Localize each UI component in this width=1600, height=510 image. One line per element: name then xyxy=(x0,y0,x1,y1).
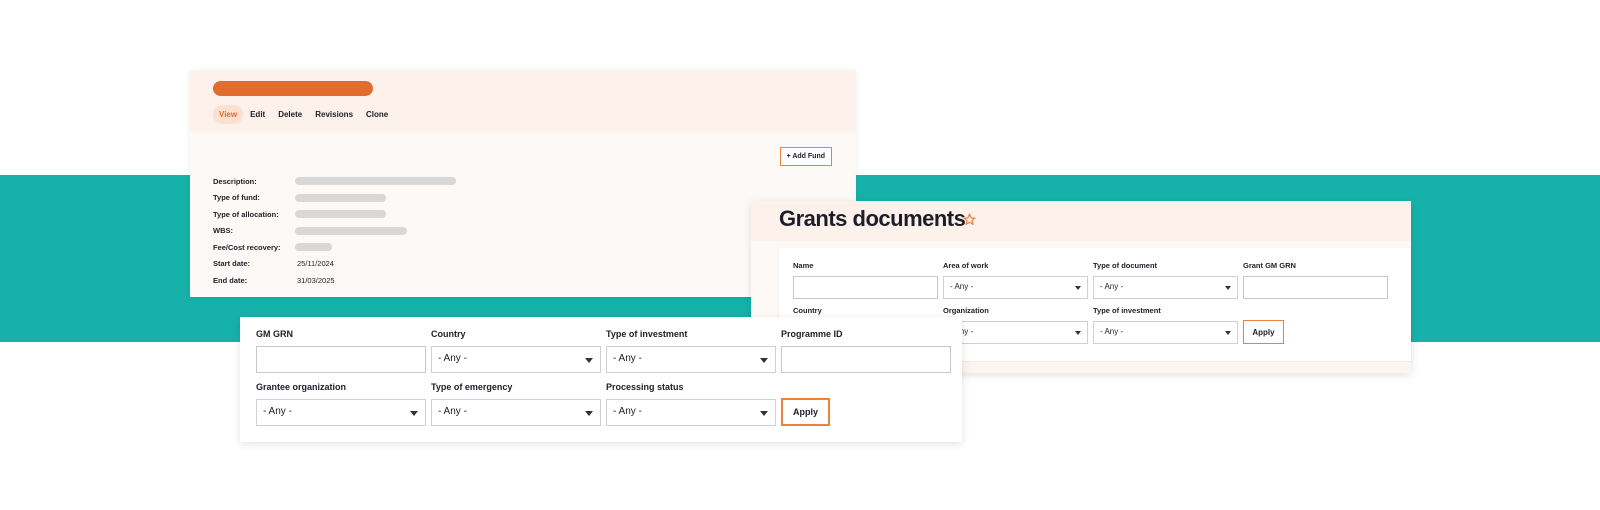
chevron-down-icon xyxy=(1075,286,1081,290)
selected-value: - Any - xyxy=(438,406,467,417)
chevron-down-icon xyxy=(585,411,593,416)
tab-delete[interactable]: Delete xyxy=(272,105,308,124)
type-of-document-select[interactable]: - Any - xyxy=(1093,276,1238,299)
add-fund-button[interactable]: + Add Fund xyxy=(779,147,832,166)
chevron-down-icon xyxy=(1225,286,1231,290)
end-date-value: 31/03/2025 xyxy=(297,275,335,285)
chevron-down-icon xyxy=(585,358,593,363)
field-description: Description: xyxy=(213,173,456,190)
type-of-emergency-label: Type of emergency xyxy=(431,382,513,392)
area-of-work-label: Area of work xyxy=(943,261,989,270)
name-label: Name xyxy=(793,261,814,270)
field-type-of-fund: Type of fund: xyxy=(213,190,456,207)
gm-grn-label: GM GRN xyxy=(256,329,293,339)
programme-id-label: Programme ID xyxy=(781,329,843,339)
start-date-value: 25/11/2024 xyxy=(297,259,334,269)
grant-gm-grn-input[interactable] xyxy=(1243,276,1388,299)
local-tasks-tabs: View Edit Delete Revisions Clone xyxy=(213,105,395,124)
apply-button[interactable]: Apply xyxy=(781,398,830,426)
grant-gm-grn-label: Grant GM GRN xyxy=(1243,261,1296,270)
page-title: Grants documents xyxy=(779,206,966,231)
type-of-investment-select[interactable]: - Any - xyxy=(606,346,776,373)
value-placeholder xyxy=(295,226,407,235)
country-select[interactable]: - Any - xyxy=(431,346,601,373)
country-label: Country xyxy=(793,306,822,315)
grantee-organization-select[interactable]: - Any - xyxy=(256,399,426,426)
name-input[interactable] xyxy=(793,276,938,299)
chevron-down-icon xyxy=(760,358,768,363)
field-label: Type of allocation: xyxy=(213,209,279,219)
chevron-down-icon xyxy=(760,411,768,416)
value-placeholder xyxy=(295,243,332,252)
type-of-emergency-select[interactable]: - Any - xyxy=(431,399,601,426)
apply-button[interactable]: Apply xyxy=(1243,320,1284,344)
value-placeholder xyxy=(295,177,456,186)
programme-id-input[interactable] xyxy=(781,346,951,373)
field-label: WBS: xyxy=(213,226,233,236)
page-title-placeholder xyxy=(213,81,373,96)
field-end-date: End date: 31/03/2025 xyxy=(213,272,456,289)
fund-header: View Edit Delete Revisions Clone xyxy=(190,70,856,132)
star-outline-icon[interactable] xyxy=(963,213,976,226)
selected-value: - Any - xyxy=(950,282,974,291)
processing-status-select[interactable]: - Any - xyxy=(606,399,776,426)
field-type-of-allocation: Type of allocation: xyxy=(213,206,456,223)
selected-value: - Any - xyxy=(438,353,467,364)
gm-grn-input[interactable] xyxy=(256,346,426,373)
field-label: Type of fund: xyxy=(213,193,260,203)
selected-value: - Any - xyxy=(613,353,642,364)
organization-select[interactable]: - Any - xyxy=(943,321,1088,344)
tab-clone[interactable]: Clone xyxy=(360,105,394,124)
selected-value: - Any - xyxy=(1100,282,1124,291)
selected-value: - Any - xyxy=(1100,327,1124,336)
selected-value: - Any - xyxy=(263,406,292,417)
chevron-down-icon xyxy=(1075,331,1081,335)
field-label: Fee/Cost recovery: xyxy=(213,242,281,252)
organization-label: Organization xyxy=(943,306,989,315)
field-label: Description: xyxy=(213,176,257,186)
field-fee-cost-recovery: Fee/Cost recovery: xyxy=(213,239,456,256)
field-start-date: Start date: 25/11/2024 xyxy=(213,256,456,273)
tab-revisions[interactable]: Revisions xyxy=(309,105,359,124)
value-placeholder xyxy=(295,210,386,219)
value-placeholder xyxy=(295,193,386,202)
field-label: End date: xyxy=(213,275,248,285)
type-of-investment-label: Type of investment xyxy=(1093,306,1161,315)
chevron-down-icon xyxy=(410,411,418,416)
field-wbs: WBS: xyxy=(213,223,456,240)
type-of-document-label: Type of document xyxy=(1093,261,1158,270)
grants-header: Grants documents xyxy=(751,201,1411,241)
type-of-investment-select[interactable]: - Any - xyxy=(1093,321,1238,344)
grantee-organization-label: Grantee organization xyxy=(256,382,347,392)
country-label: Country xyxy=(431,329,466,339)
tab-edit[interactable]: Edit xyxy=(244,105,271,124)
tab-view[interactable]: View xyxy=(213,105,244,124)
area-of-work-select[interactable]: - Any - xyxy=(943,276,1088,299)
filter-panel: GM GRN Country - Any - Type of investmen… xyxy=(240,317,962,442)
fund-fields: Description: Type of fund: Type of alloc… xyxy=(213,173,456,289)
field-label: Start date: xyxy=(213,259,251,269)
selected-value: - Any - xyxy=(613,406,642,417)
chevron-down-icon xyxy=(1225,331,1231,335)
type-of-investment-label: Type of investment xyxy=(606,329,688,339)
processing-status-label: Processing status xyxy=(606,382,684,392)
